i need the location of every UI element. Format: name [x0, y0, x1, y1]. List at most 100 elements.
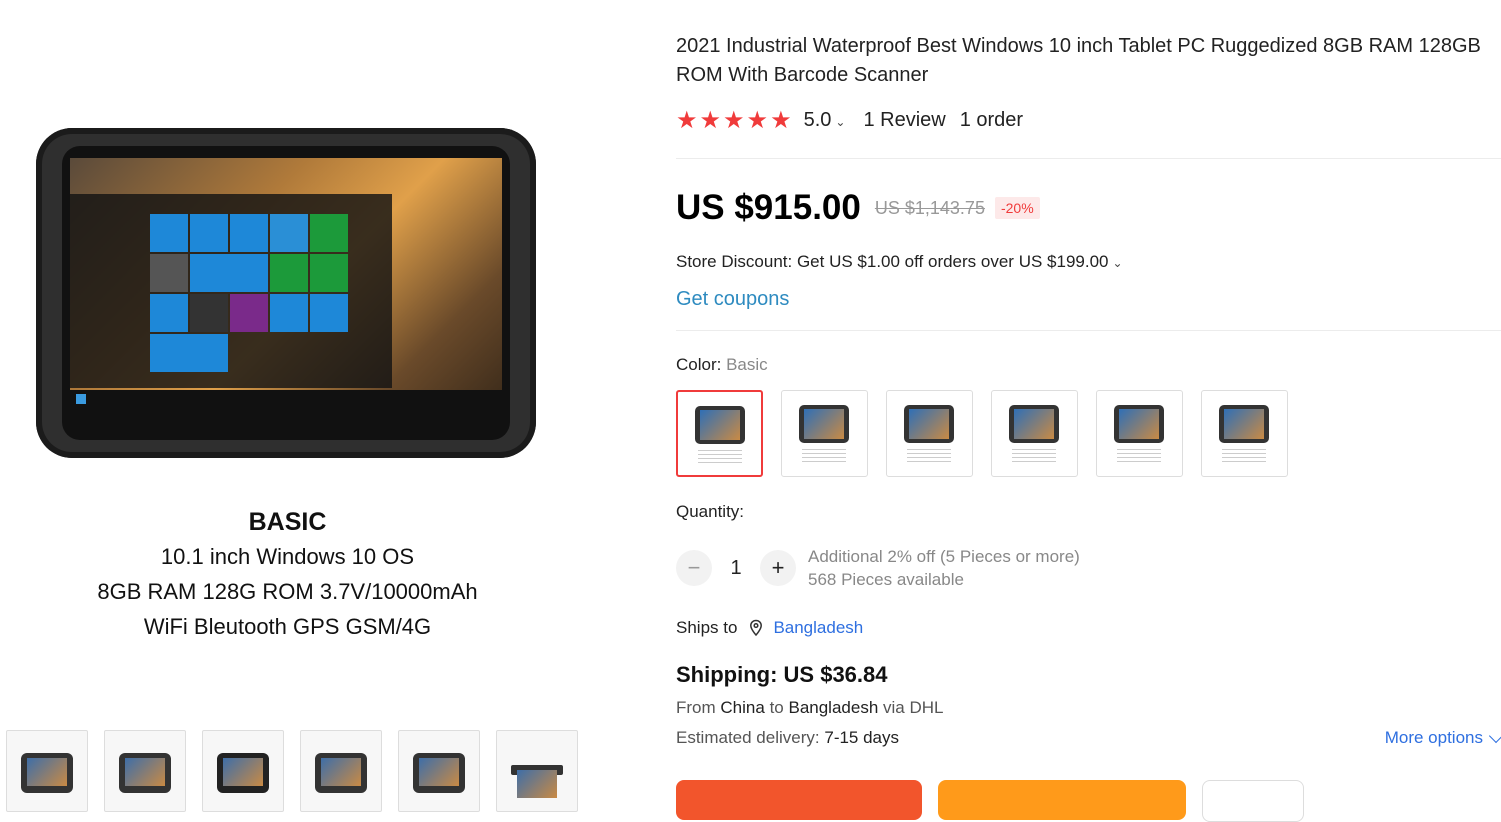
quantity-input[interactable]: 1 — [712, 557, 760, 580]
get-coupons-link[interactable]: Get coupons — [676, 288, 789, 311]
chevron-down-icon: ⌄ — [1112, 256, 1123, 270]
swatch-caption — [1012, 449, 1056, 463]
reviews-link[interactable]: 1 Review — [863, 109, 945, 132]
shipping-cost: Shipping: US $36.84 — [676, 662, 888, 687]
rating-row: ★★★★★ 5.0 ⌄ 1 Review 1 order — [676, 106, 1023, 134]
swatch-caption — [1117, 449, 1161, 463]
quantity-label: Quantity: — [676, 502, 745, 521]
thumbnail[interactable] — [202, 730, 284, 812]
star-rating-icon: ★★★★★ — [676, 106, 794, 134]
location-pin-icon — [750, 619, 763, 637]
rating-value: 5.0 — [803, 108, 832, 131]
thumbnail-image — [413, 753, 465, 793]
thumbnail-image — [511, 765, 563, 798]
selected-color: Basic — [726, 355, 768, 374]
image-spec-text: BASIC 10.1 inch Windows 10 OS 8GB RAM 12… — [0, 505, 575, 644]
thumbnail[interactable] — [6, 730, 88, 812]
swatch-caption — [802, 449, 846, 463]
carrier: via DHL — [883, 698, 944, 717]
original-price: US $1,143.75 — [874, 197, 985, 218]
tablet-screen — [70, 158, 502, 408]
tablet-bezel — [62, 146, 510, 440]
rating-score[interactable]: 5.0 ⌄ — [804, 109, 846, 132]
tile — [310, 294, 348, 332]
tile — [150, 334, 228, 372]
thumbnail-image — [21, 753, 73, 793]
wishlist-button[interactable] — [1202, 780, 1304, 822]
tablet-illustration — [36, 128, 536, 458]
origin-country: China — [720, 698, 765, 717]
swatch-caption — [698, 450, 742, 464]
product-gallery: BASIC 10.1 inch Windows 10 OS 8GB RAM 12… — [0, 0, 640, 812]
store-discount[interactable]: Store Discount: Get US $1.00 off orders … — [676, 252, 1123, 272]
thumbnail-strip — [6, 730, 578, 812]
tile — [310, 254, 348, 292]
action-buttons — [676, 780, 1304, 822]
increase-quantity-button[interactable]: + — [760, 550, 796, 586]
estimated-delivery: Estimated delivery: 7-15 days — [676, 728, 899, 748]
thumbnail[interactable] — [104, 730, 186, 812]
add-to-cart-button[interactable] — [938, 780, 1186, 820]
taskbar-illustration — [70, 390, 502, 408]
color-swatch-selected[interactable] — [676, 390, 763, 477]
tile — [150, 294, 188, 332]
tile — [150, 214, 188, 252]
swatch-image — [799, 405, 849, 443]
color-swatches — [676, 390, 1288, 477]
thumbnail[interactable] — [398, 730, 480, 812]
to-label: to — [769, 698, 784, 717]
decrease-quantity-button[interactable]: − — [676, 550, 712, 586]
start-tiles — [150, 214, 348, 372]
more-shipping-options-link[interactable]: More options — [1385, 728, 1501, 748]
color-swatch[interactable] — [1201, 390, 1288, 477]
estimated-label: Estimated delivery: — [676, 728, 820, 747]
swatch-image — [695, 406, 745, 444]
color-swatch[interactable] — [781, 390, 868, 477]
tile — [270, 294, 308, 332]
more-options-label: More options — [1384, 728, 1483, 747]
buy-now-button[interactable] — [676, 780, 922, 820]
tile — [270, 214, 308, 252]
chevron-down-icon: ⌄ — [835, 114, 846, 129]
store-discount-text: Store Discount: Get US $1.00 off orders … — [676, 252, 1109, 271]
estimated-days: 7-15 days — [824, 728, 900, 747]
spec-heading: BASIC — [248, 508, 327, 536]
thumbnail[interactable] — [496, 730, 578, 812]
tile — [190, 294, 228, 332]
thumbnail-image — [217, 753, 269, 793]
spec-line: 8GB RAM 128G ROM 3.7V/10000mAh — [97, 579, 478, 604]
start-menu-illustration — [70, 194, 392, 388]
divider — [676, 330, 1501, 331]
stock-available-text: 568 Pieces available — [808, 570, 964, 589]
bulk-offer-text: Additional 2% off (5 Pieces or more) — [808, 547, 1080, 566]
color-swatch[interactable] — [991, 390, 1078, 477]
main-product-image[interactable] — [30, 120, 545, 470]
quantity-stepper: − 1 + Additional 2% off (5 Pieces or mor… — [676, 545, 1080, 591]
discount-badge: -20% — [994, 197, 1040, 219]
color-label: Color: Basic — [676, 355, 768, 375]
spec-line: 10.1 inch Windows 10 OS — [160, 544, 415, 569]
swatch-image — [1219, 405, 1269, 443]
color-swatch[interactable] — [886, 390, 973, 477]
ships-to-row: Ships to Bangladesh — [676, 618, 863, 638]
thumbnail[interactable] — [300, 730, 382, 812]
orders-count: 1 order — [959, 108, 1024, 131]
tile — [230, 294, 268, 332]
color-label-text: Color: — [676, 355, 722, 374]
tile — [310, 214, 348, 252]
current-price: US $915.00 — [676, 188, 861, 227]
product-info: 2021 Industrial Waterproof Best Windows … — [676, 0, 1501, 822]
price-row: US $915.00 US $1,143.75 -20% — [676, 186, 1040, 230]
spec-line: WiFi Bleutooth GPS GSM/4G — [143, 614, 432, 639]
thumbnail-image — [119, 753, 171, 793]
swatch-caption — [907, 449, 951, 463]
color-swatch[interactable] — [1096, 390, 1183, 477]
tile — [190, 214, 228, 252]
from-label: From — [676, 698, 716, 717]
swatch-image — [904, 405, 954, 443]
swatch-image — [1114, 405, 1164, 443]
windows-start-icon — [76, 394, 86, 404]
ship-country-link[interactable]: Bangladesh — [773, 618, 863, 638]
divider — [676, 158, 1501, 159]
shipping-route: From China to Bangladesh via DHL — [676, 698, 944, 718]
